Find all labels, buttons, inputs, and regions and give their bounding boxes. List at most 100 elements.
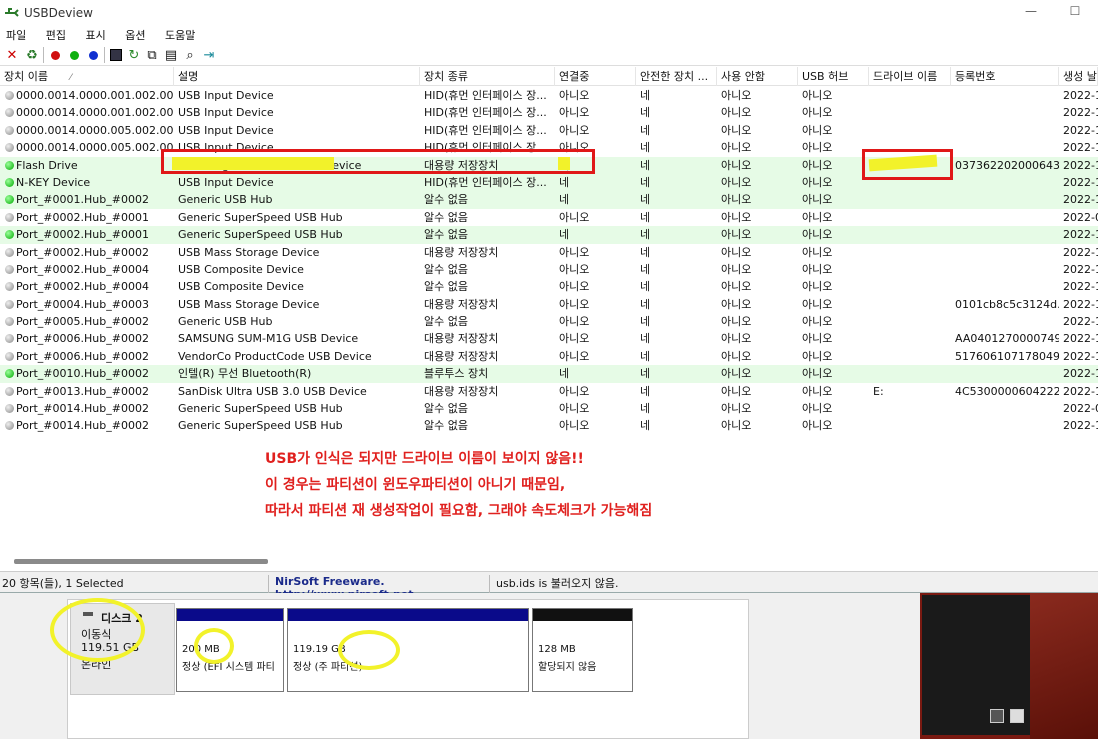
table-row[interactable]: Port_#0002.Hub_#0002 USB Mass Storage Dev… — [0, 244, 1098, 261]
cell-drive-letter — [873, 330, 951, 347]
table-row[interactable]: Port_#0013.Hub_#0002 SanDisk Ultra USB 3.… — [0, 383, 1098, 400]
cell-device-type: 대용량 저장장치 — [424, 297, 499, 311]
save-icon[interactable] — [108, 47, 124, 63]
col-connected[interactable]: 연결중 — [555, 67, 636, 86]
menu-edit[interactable]: 편집 — [46, 27, 66, 44]
cell-serial — [955, 226, 1059, 243]
col-usb-hub[interactable]: USB 허브 — [798, 67, 869, 86]
cell-device-type: 대용량 저장장치 — [424, 349, 499, 363]
cell-disabled: 아니오 — [721, 402, 752, 416]
table-row[interactable]: Port_#0006.Hub_#0002 VendorCo ProductCode… — [0, 348, 1098, 365]
cell-device-name: 0000.0014.0000.005.002.000.0... — [16, 141, 174, 155]
cell-description: SanDisk Ultra USB 3.0 USB Device — [178, 384, 367, 398]
col-device-type[interactable]: 장치 종류 — [420, 67, 555, 86]
table-row[interactable]: 0000.0014.0000.005.002.000.0... USB Input… — [0, 122, 1098, 139]
cell-safe-remove: 네 — [640, 280, 651, 294]
cell-disabled: 아니오 — [721, 315, 752, 329]
cell-usb-hub: 아니오 — [802, 367, 833, 381]
properties-icon[interactable]: ▤ — [163, 47, 179, 63]
table-row[interactable]: Port_#0005.Hub_#0002 Generic USB Hub 알수 없음… — [0, 313, 1098, 330]
toolbar-separator — [43, 47, 44, 63]
cell-usb-hub: 아니오 — [802, 141, 833, 155]
cell-disabled: 아니오 — [721, 106, 752, 120]
find-icon[interactable]: ⌕ — [182, 47, 198, 63]
cell-description: Generic USB Hub — [178, 193, 273, 207]
cell-usb-hub: 아니오 — [802, 384, 833, 398]
red-annotation-box — [161, 149, 595, 174]
cell-safe-remove: 네 — [640, 367, 651, 381]
menu-help[interactable]: 도움말 — [165, 27, 195, 44]
table-row[interactable]: 0000.0014.0000.001.002.000.0... USB Input… — [0, 104, 1098, 121]
cell-connected: 아니오 — [559, 262, 590, 276]
cell-description: VendorCo ProductCode USB Device — [178, 349, 372, 363]
maximize-button[interactable]: ☐ — [1060, 4, 1090, 22]
cell-device-name: 0000.0014.0000.005.002.000.0... — [16, 123, 174, 137]
scrollbar-thumb[interactable] — [14, 559, 268, 564]
green-dot-icon[interactable] — [66, 47, 82, 63]
table-row[interactable]: Port_#0002.Hub_#0001 Generic SuperSpeed U… — [0, 226, 1098, 244]
col-safe-remove[interactable]: 안전한 장치 ... — [636, 67, 717, 86]
cell-device-type: 알수 없음 — [424, 262, 468, 276]
cell-serial: 517606107178049... — [955, 349, 1059, 363]
refresh-icon[interactable]: ↻ — [126, 47, 142, 63]
cell-disabled: 아니오 — [721, 262, 752, 276]
table-row[interactable]: Port_#0014.Hub_#0002 Generic SuperSpeed U… — [0, 417, 1098, 434]
cell-usb-hub: 아니오 — [802, 262, 833, 276]
cell-safe-remove: 네 — [640, 175, 651, 189]
cell-usb-hub: 아니오 — [802, 89, 833, 102]
col-disabled[interactable]: 사용 안함 — [717, 67, 798, 86]
table-row[interactable]: Port_#0010.Hub_#0002 인텔(R) 무선 Bluetooth(R… — [0, 365, 1098, 383]
blue-dot-icon[interactable] — [85, 47, 101, 63]
delete-icon[interactable]: ✕ — [4, 47, 20, 63]
menu-file[interactable]: 파일 — [6, 27, 26, 44]
horizontal-scrollbar[interactable] — [0, 555, 1098, 568]
table-row[interactable]: Port_#0001.Hub_#0002 Generic USB Hub 알수 없음… — [0, 191, 1098, 209]
table-row[interactable]: Port_#0014.Hub_#0002 Generic SuperSpeed U… — [0, 400, 1098, 417]
cell-description: USB Composite Device — [178, 262, 304, 276]
cell-safe-remove: 네 — [640, 89, 651, 102]
cell-device-type: HID(휴먼 인터페이스 장... — [424, 123, 547, 137]
partition-primary[interactable]: 119.19 GB 정상 (주 파티션) — [287, 608, 529, 692]
table-row[interactable]: Port_#0006.Hub_#0002 SAMSUNG SUM-M1G USB … — [0, 330, 1098, 347]
cell-connected: 네 — [559, 228, 570, 242]
uninstall-icon[interactable]: ♻ — [24, 47, 40, 63]
red-dot-icon[interactable] — [47, 47, 63, 63]
cell-device-name: Port_#0002.Hub_#0001 — [16, 210, 149, 224]
cell-device-name: Port_#0002.Hub_#0004 — [16, 262, 149, 276]
connected-status-icon — [5, 230, 14, 240]
menu-bar: 파일 편집 표시 옵션 도움말 — [0, 27, 1098, 44]
cell-safe-remove: 네 — [640, 193, 651, 207]
details-view-icon[interactable] — [990, 709, 1004, 723]
copy-icon[interactable]: ⧉ — [144, 47, 160, 63]
menu-view[interactable]: 표시 — [86, 27, 106, 44]
col-device-name[interactable]: 장치 이름 ⁄ — [0, 67, 174, 86]
cell-serial — [955, 209, 1059, 226]
cell-drive-letter — [873, 122, 951, 139]
col-created[interactable]: 생성 날 — [1059, 67, 1098, 86]
cell-description: USB Mass Storage Device — [178, 245, 320, 259]
cell-device-type: 대용량 저장장치 — [424, 384, 499, 398]
cell-description: Generic SuperSpeed USB Hub — [178, 419, 343, 433]
menu-options[interactable]: 옵션 — [125, 27, 145, 44]
status-bar: 20 항목(들), 1 Selected NirSoft Freeware. h… — [0, 571, 1098, 601]
cell-connected: 아니오 — [559, 89, 590, 102]
table-row[interactable]: 0000.0014.0000.001.002.000.0... USB Input… — [0, 87, 1098, 104]
minimize-button[interactable]: — — [1016, 4, 1046, 22]
table-row[interactable]: Port_#0004.Hub_#0003 USB Mass Storage Dev… — [0, 296, 1098, 313]
cell-description: USB Composite Device — [178, 280, 304, 294]
cell-connected: 아니오 — [559, 123, 590, 137]
cell-disabled: 아니오 — [721, 158, 752, 172]
table-row[interactable]: Port_#0002.Hub_#0004 USB Composite Device… — [0, 261, 1098, 278]
exit-icon[interactable]: ⇥ — [201, 47, 217, 63]
col-description[interactable]: 설명 — [174, 67, 420, 86]
table-row[interactable]: Port_#0002.Hub_#0001 Generic SuperSpeed U… — [0, 209, 1098, 226]
col-drive-letter[interactable]: 드라이브 이름 — [869, 67, 951, 86]
cell-created: 2022-1( — [1063, 262, 1098, 276]
cell-created: 2022-1( — [1063, 315, 1098, 329]
large-view-icon[interactable] — [1010, 709, 1024, 723]
table-row[interactable]: Port_#0002.Hub_#0004 USB Composite Device… — [0, 278, 1098, 295]
cell-safe-remove: 네 — [640, 402, 651, 416]
cell-serial — [955, 191, 1059, 208]
partition-unallocated[interactable]: 128 MB 할당되지 않음 — [532, 608, 633, 692]
col-serial[interactable]: 등록번호 — [951, 67, 1059, 86]
